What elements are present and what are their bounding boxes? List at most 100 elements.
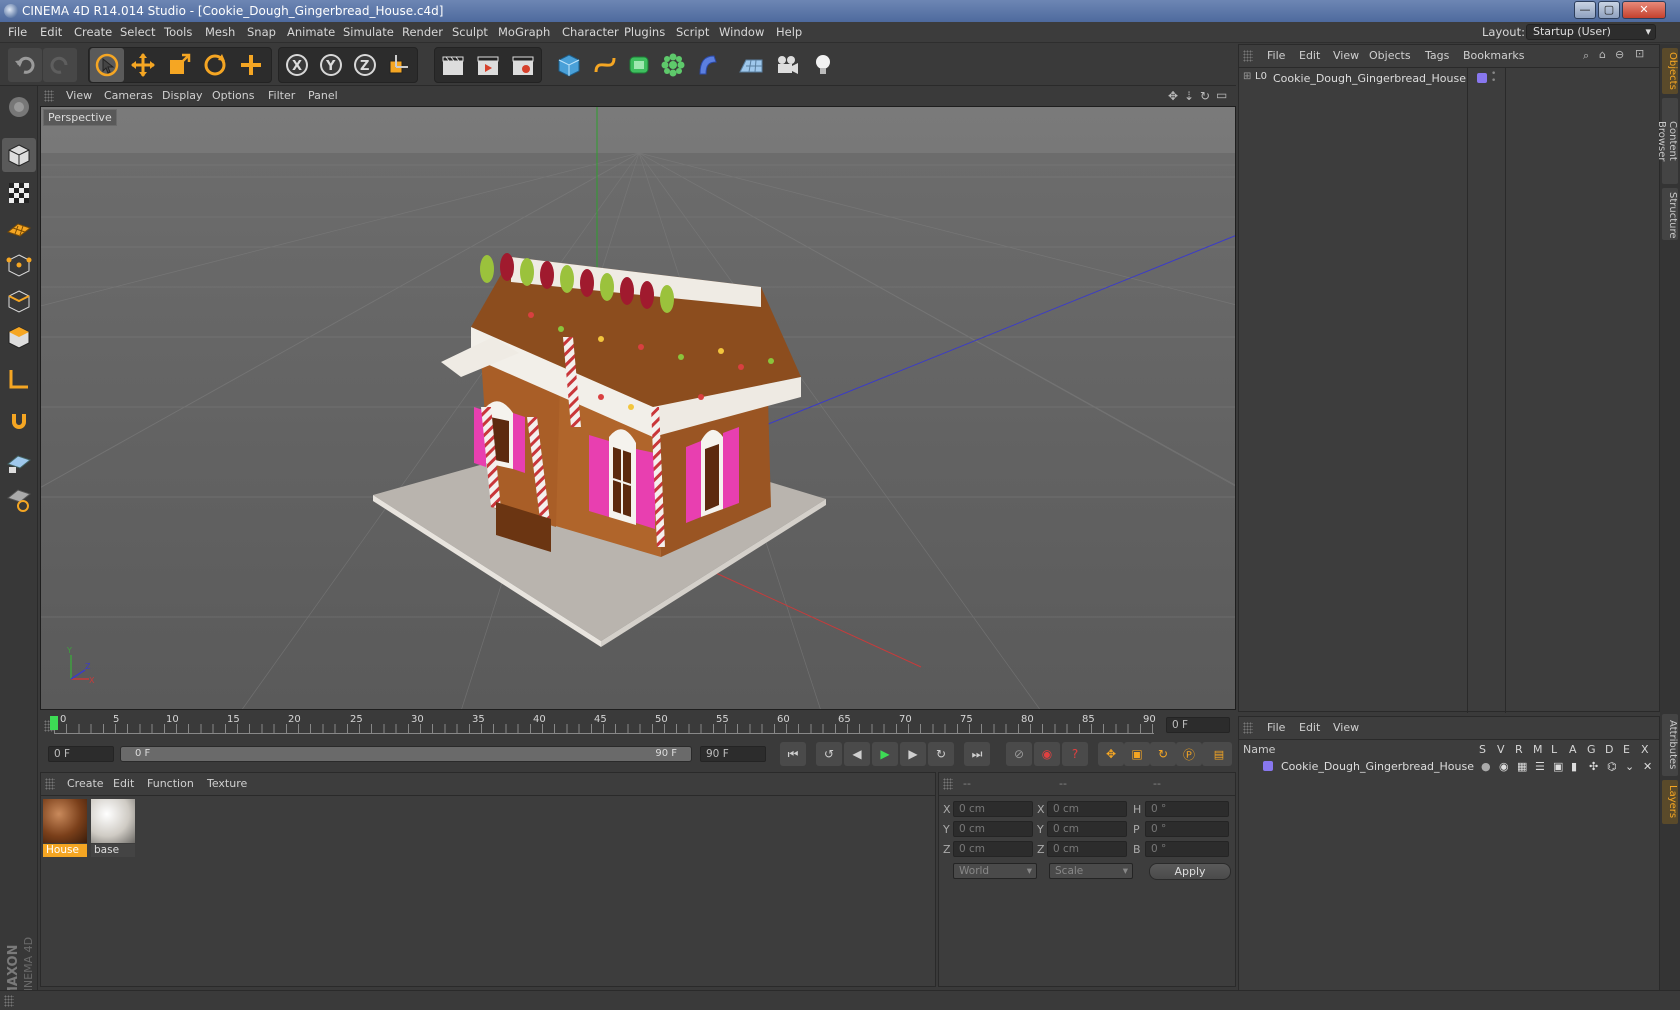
- autokey-button[interactable]: ◉: [1034, 742, 1060, 766]
- object-name[interactable]: Cookie_Dough_Gingerbread_House: [1273, 72, 1466, 85]
- light-button[interactable]: [806, 48, 840, 82]
- spline-button[interactable]: [588, 48, 622, 82]
- render-picture-viewer-button[interactable]: [471, 48, 505, 82]
- visibility-dots-icon[interactable]: • •: [1491, 70, 1496, 86]
- maximize-button[interactable]: ▢: [1598, 1, 1620, 19]
- menu-script[interactable]: Script: [676, 22, 709, 43]
- manager-icon[interactable]: ☰: [1535, 760, 1545, 773]
- drag-grip-icon[interactable]: [44, 90, 54, 102]
- coordinate-system-button[interactable]: [382, 48, 416, 82]
- redo-button[interactable]: [43, 48, 77, 82]
- points-mode-button[interactable]: [2, 248, 36, 282]
- obj-menu-tags[interactable]: Tags: [1425, 45, 1449, 67]
- current-frame-field[interactable]: 0 F: [1166, 717, 1230, 733]
- axis-mode-button[interactable]: [2, 362, 36, 396]
- tab-layers[interactable]: Layers: [1662, 780, 1678, 824]
- deformer-button[interactable]: [690, 48, 724, 82]
- layer-color-icon[interactable]: [1263, 761, 1273, 771]
- make-editable-button[interactable]: [2, 90, 36, 124]
- play-button[interactable]: ▶: [872, 742, 898, 766]
- lock-workplane-button[interactable]: [2, 446, 36, 480]
- menu-mesh[interactable]: Mesh: [205, 22, 235, 43]
- z-axis-button[interactable]: Z: [348, 48, 382, 82]
- position-x-field[interactable]: 0 cm: [953, 801, 1033, 817]
- toggle-view-icon[interactable]: ▭: [1216, 88, 1227, 102]
- obj-menu-view[interactable]: View: [1333, 45, 1359, 67]
- keyframe-selection-button[interactable]: ?: [1062, 742, 1088, 766]
- mat-menu-texture[interactable]: Texture: [207, 773, 247, 795]
- vp-menu-view[interactable]: View: [66, 86, 92, 106]
- timeline-window-button[interactable]: ▤: [1206, 742, 1232, 766]
- generator-icon[interactable]: ✣: [1589, 760, 1598, 773]
- solo-icon[interactable]: ●: [1481, 760, 1491, 773]
- layer-menu-view[interactable]: View: [1333, 717, 1359, 739]
- expression-icon[interactable]: ⌄: [1625, 760, 1634, 773]
- layer-row[interactable]: Cookie_Dough_Gingerbread_House ● ◉ ▦ ☰ ▣…: [1243, 759, 1655, 775]
- size-y-field[interactable]: 0 cm: [1047, 821, 1127, 837]
- size-z-field[interactable]: 0 cm: [1047, 841, 1127, 857]
- tab-attributes[interactable]: Attributes: [1662, 714, 1678, 776]
- xref-icon[interactable]: ✕: [1643, 760, 1652, 773]
- coord-space-select[interactable]: World ▾: [953, 863, 1037, 879]
- animation-icon[interactable]: ▮: [1571, 760, 1577, 773]
- planar-workplane-button[interactable]: [2, 482, 36, 516]
- mat-menu-create[interactable]: Create: [67, 773, 104, 795]
- menu-character[interactable]: Character: [562, 22, 619, 43]
- close-button[interactable]: ✕: [1622, 1, 1666, 19]
- menu-snap[interactable]: Snap: [247, 22, 276, 43]
- obj-menu-edit[interactable]: Edit: [1299, 45, 1320, 67]
- perspective-viewport[interactable]: Y X Z Perspective: [40, 106, 1236, 710]
- deformer-icon[interactable]: ⌬: [1607, 760, 1617, 773]
- layer-name[interactable]: Cookie_Dough_Gingerbread_House: [1281, 760, 1474, 773]
- rotation-p-field[interactable]: 0 °: [1145, 821, 1229, 837]
- menu-select[interactable]: Select: [120, 22, 155, 43]
- menu-tools[interactable]: Tools: [164, 22, 192, 43]
- drag-grip-icon[interactable]: [1243, 722, 1253, 734]
- mat-menu-function[interactable]: Function: [147, 773, 194, 795]
- home-icon[interactable]: ⌂: [1599, 48, 1606, 61]
- goto-end-button[interactable]: ⏭: [964, 742, 990, 766]
- end-frame-field[interactable]: 90 F: [700, 746, 766, 762]
- menu-sculpt[interactable]: Sculpt: [452, 22, 488, 43]
- tab-objects[interactable]: Objects: [1662, 48, 1678, 94]
- next-frame-button[interactable]: ▶: [900, 742, 926, 766]
- texture-mode-button[interactable]: [2, 176, 36, 210]
- key-rotation-button[interactable]: ↻: [1150, 742, 1176, 766]
- camera-button[interactable]: [770, 48, 804, 82]
- vp-menu-display[interactable]: Display: [162, 86, 203, 106]
- playhead-marker[interactable]: [50, 716, 58, 730]
- prev-frame-button[interactable]: ◀: [844, 742, 870, 766]
- snap-button[interactable]: [2, 404, 36, 438]
- drag-grip-icon[interactable]: [1243, 50, 1253, 62]
- apply-button[interactable]: Apply: [1149, 863, 1231, 880]
- model-mode-button[interactable]: [2, 138, 36, 172]
- lock-icon[interactable]: ▣: [1553, 760, 1563, 773]
- live-select-button[interactable]: [90, 48, 124, 82]
- position-z-field[interactable]: 0 cm: [953, 841, 1033, 857]
- pan-view-icon[interactable]: ✥: [1168, 89, 1178, 103]
- goto-start-button[interactable]: ⏮: [780, 742, 806, 766]
- coord-mode-select[interactable]: Scale ▾: [1049, 863, 1133, 879]
- mat-menu-edit[interactable]: Edit: [113, 773, 134, 795]
- minimize-button[interactable]: —: [1574, 1, 1596, 19]
- menu-window[interactable]: Window: [719, 22, 764, 43]
- layout-select[interactable]: Startup (User) ▾: [1526, 24, 1656, 40]
- y-axis-button[interactable]: Y: [314, 48, 348, 82]
- key-scale-button[interactable]: ▣: [1124, 742, 1150, 766]
- polygons-mode-button[interactable]: [2, 320, 36, 354]
- rotate-button[interactable]: [198, 48, 232, 82]
- key-param-button[interactable]: Ⓟ: [1176, 742, 1202, 766]
- key-position-button[interactable]: ✥: [1098, 742, 1124, 766]
- drag-grip-icon[interactable]: [943, 778, 953, 790]
- menu-create[interactable]: Create: [74, 22, 112, 43]
- zoom-view-icon[interactable]: ⇣: [1184, 89, 1194, 103]
- menu-render[interactable]: Render: [402, 22, 443, 43]
- link-icon[interactable]: ⊖: [1615, 48, 1624, 61]
- start-frame-field[interactable]: 0 F: [48, 746, 114, 762]
- timeline-ruler[interactable]: 0 5 10 15 20 25 30 35 40 45 50 55 60 65 …: [40, 712, 1236, 738]
- render-icon[interactable]: ▦: [1517, 760, 1527, 773]
- x-axis-button[interactable]: X: [280, 48, 314, 82]
- undo-button[interactable]: [8, 48, 42, 82]
- layer-color-icon[interactable]: [1477, 73, 1487, 83]
- vp-menu-filter[interactable]: Filter: [268, 86, 295, 106]
